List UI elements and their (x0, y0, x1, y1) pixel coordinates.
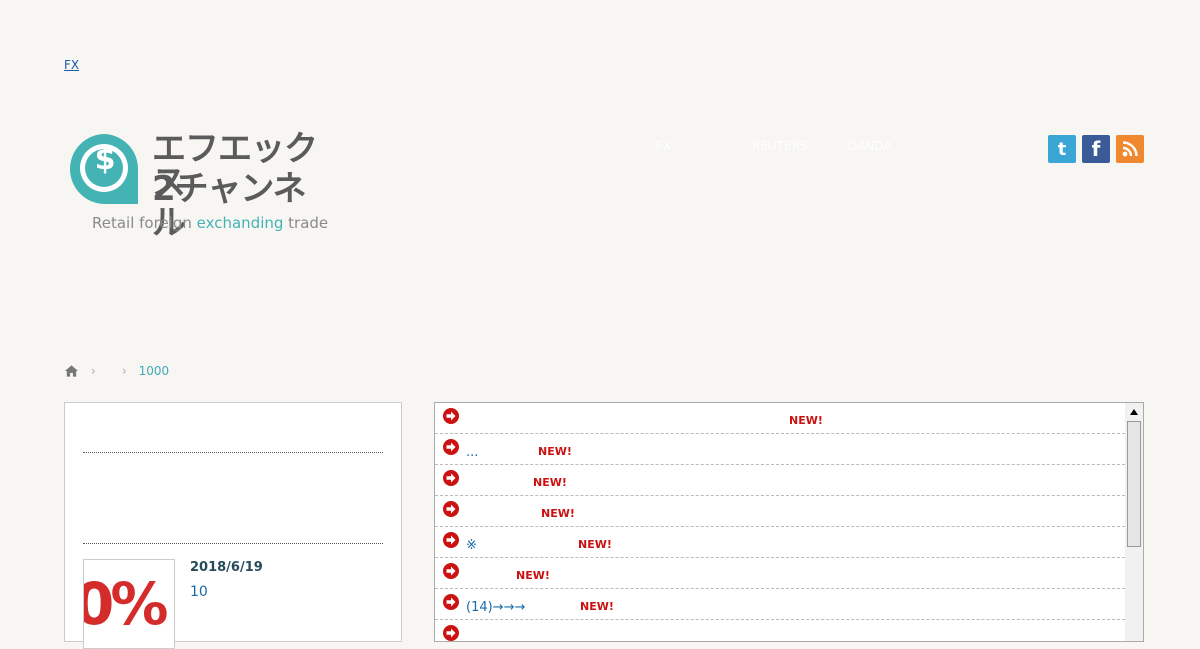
arrow-right-circle-icon (443, 470, 459, 486)
tagline-post: trade (283, 214, 329, 232)
arrow-right-circle-icon (443, 625, 459, 641)
list-item[interactable]: NEW! (435, 496, 1125, 527)
arrow-right-circle-icon (443, 594, 459, 610)
divider (83, 543, 383, 544)
list-item[interactable] (435, 620, 1125, 641)
list-item[interactable]: ※ NEW! (435, 527, 1125, 558)
list-item-title[interactable]: ※ (466, 538, 477, 553)
new-badge: NEW! (580, 600, 614, 613)
nav-item-oanda[interactable]: OANDA (848, 139, 892, 153)
post-thumbnail[interactable]: 0% (83, 559, 175, 649)
site-logo[interactable]: $ エフエックス 2チャンネル Retail foreign exchandin… (68, 128, 338, 240)
news-feed: NEW! ... NEW! NEW! NEW! ※ NEW! NEW! (14)… (434, 402, 1144, 642)
post-date: 2018/6/19 (190, 560, 263, 575)
thumbnail-text: 0% (83, 570, 169, 638)
new-badge: NEW! (541, 507, 575, 520)
breadcrumb-separator-icon: › (91, 364, 96, 378)
arrow-right-circle-icon (443, 439, 459, 455)
arrow-right-circle-icon (443, 532, 459, 548)
list-item[interactable]: (14)→→→ NEW! (435, 589, 1125, 620)
top-link-fx[interactable]: FX (64, 58, 79, 72)
breadcrumb-current: 1000 (138, 364, 170, 378)
scrollbar-thumb[interactable] (1127, 421, 1141, 547)
list-item-title[interactable]: (14)→→→ (466, 600, 525, 615)
logo-symbol: $ (94, 142, 116, 177)
tagline-accent: exchanding (196, 214, 284, 232)
nav-item-reuters[interactable]: REUTERS (752, 139, 808, 153)
divider (83, 452, 383, 453)
list-item[interactable]: ... NEW! (435, 434, 1125, 465)
list-item[interactable]: NEW! (435, 558, 1125, 589)
sidebar-panel: 0% 2018/6/19 10 (64, 402, 402, 649)
social-links: t f (1048, 135, 1144, 163)
scroll-up-arrow-icon[interactable] (1130, 409, 1138, 415)
rss-icon[interactable] (1116, 135, 1144, 163)
new-badge: NEW! (789, 414, 823, 427)
twitter-glyph: t (1057, 138, 1067, 160)
facebook-glyph: f (1091, 137, 1101, 161)
post-count[interactable]: 10 (190, 584, 208, 600)
arrow-right-circle-icon (443, 501, 459, 517)
arrow-right-circle-icon (443, 408, 459, 424)
arrow-right-circle-icon (443, 563, 459, 579)
new-badge: NEW! (533, 476, 567, 489)
list-item[interactable]: NEW! (435, 403, 1125, 434)
home-icon[interactable] (64, 364, 79, 378)
logo-tagline: Retail foreign exchanding trade (92, 214, 328, 232)
list-item[interactable]: NEW! (435, 465, 1125, 496)
breadcrumb-separator-icon: › (121, 364, 127, 378)
nav-item-fx[interactable]: FX (656, 139, 671, 153)
new-badge: NEW! (538, 445, 572, 458)
twitter-icon[interactable]: t (1048, 135, 1076, 163)
feed-scrollbar[interactable] (1125, 403, 1143, 641)
new-badge: NEW! (516, 569, 550, 582)
facebook-icon[interactable]: f (1082, 135, 1110, 163)
tagline-pre: Retail foreign (92, 214, 197, 232)
breadcrumb: › › 1000 (64, 362, 169, 380)
list-item-title[interactable]: ... (466, 445, 478, 460)
new-badge: NEW! (578, 538, 612, 551)
